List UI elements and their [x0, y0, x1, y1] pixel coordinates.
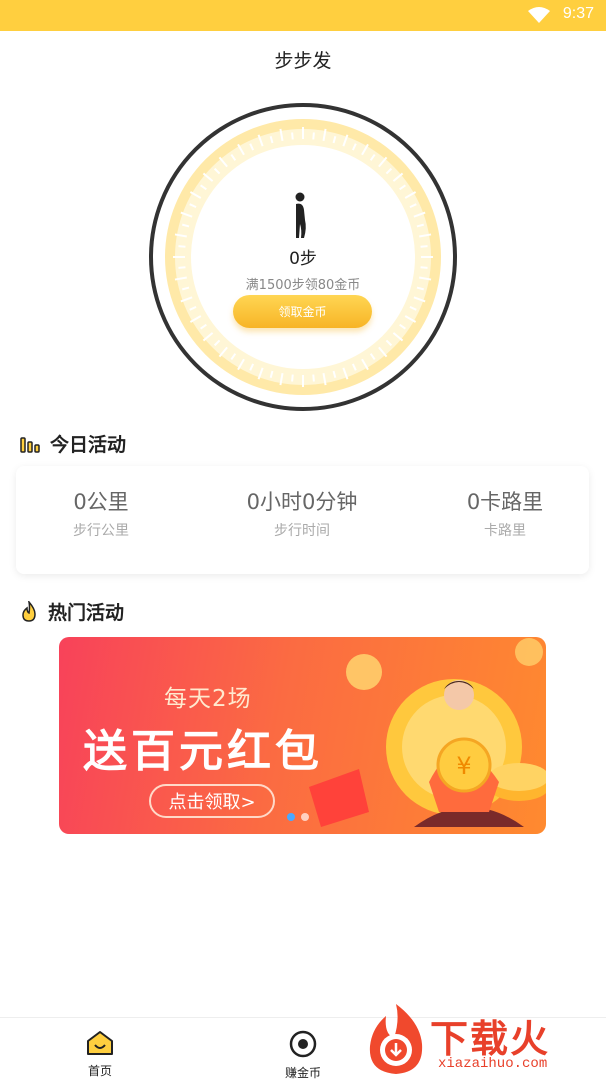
pager-dot[interactable]	[287, 813, 295, 821]
watermark-url: xiazaihuo.com	[438, 1056, 548, 1072]
pager-dot[interactable]	[301, 813, 309, 821]
today-activity-header: 今日活动	[20, 430, 126, 457]
dial-tick	[312, 374, 315, 382]
walking-person-icon	[295, 192, 306, 238]
dial-tick	[291, 132, 294, 140]
step-count: 0步	[289, 249, 317, 269]
tab-label: 首页	[87, 1064, 112, 1078]
promo-banner[interactable]: ¥ 每天2场 送百元红包 点击领取>	[59, 637, 546, 834]
section-title: 热门活动	[48, 602, 125, 624]
stat-label: 步行公里	[73, 523, 129, 539]
stat-value: 0公里	[73, 490, 129, 514]
stat-value: 0卡路里	[466, 490, 544, 514]
status-bar: 9:37	[0, 0, 606, 31]
svg-text:¥: ¥	[456, 752, 471, 780]
dial-tick	[291, 374, 294, 382]
banner-pager	[287, 813, 315, 821]
page-title: 步步发	[274, 50, 332, 72]
wifi-icon	[528, 7, 550, 23]
tab-label: 赚金币	[284, 1066, 321, 1080]
stat-value: 0小时0分钟	[246, 490, 358, 514]
stat-label: 卡路里	[484, 523, 526, 539]
watermark: 下载火 xiazaihuo.com	[360, 1000, 606, 1080]
stat-label: 步行时间	[274, 523, 330, 539]
watermark-brand: 下载火	[430, 1017, 551, 1061]
stat-distance: 0公里 步行公里	[11, 486, 191, 540]
home-icon	[87, 1031, 113, 1055]
banner-headline: 送百元红包	[83, 726, 323, 777]
flame-logo-icon	[369, 1004, 423, 1074]
step-goal-text: 满1500步领80金币	[245, 278, 361, 293]
stat-calories: 0卡路里 卡路里	[415, 486, 595, 540]
banner-cta-button[interactable]: 点击领取>	[149, 784, 275, 818]
tab-earn-coins[interactable]: 赚金币	[263, 1030, 343, 1080]
claim-coins-button[interactable]: 领取金币	[233, 295, 372, 328]
coin-target-icon	[289, 1030, 317, 1058]
stat-time: 0小时0分钟 步行时间	[212, 486, 392, 540]
today-stats-card: 0公里 步行公里 0小时0分钟 步行时间 0卡路里 卡路里	[16, 466, 589, 574]
banner-line1: 每天2场	[164, 686, 252, 712]
tab-home[interactable]: 首页	[60, 1030, 140, 1079]
flame-icon	[22, 600, 36, 622]
dial-tick	[312, 132, 315, 140]
status-time: 9:37	[562, 5, 594, 22]
bar-chart-icon	[20, 436, 40, 453]
section-title: 今日活动	[50, 434, 127, 456]
hot-activity-header: 热门活动	[20, 598, 124, 625]
